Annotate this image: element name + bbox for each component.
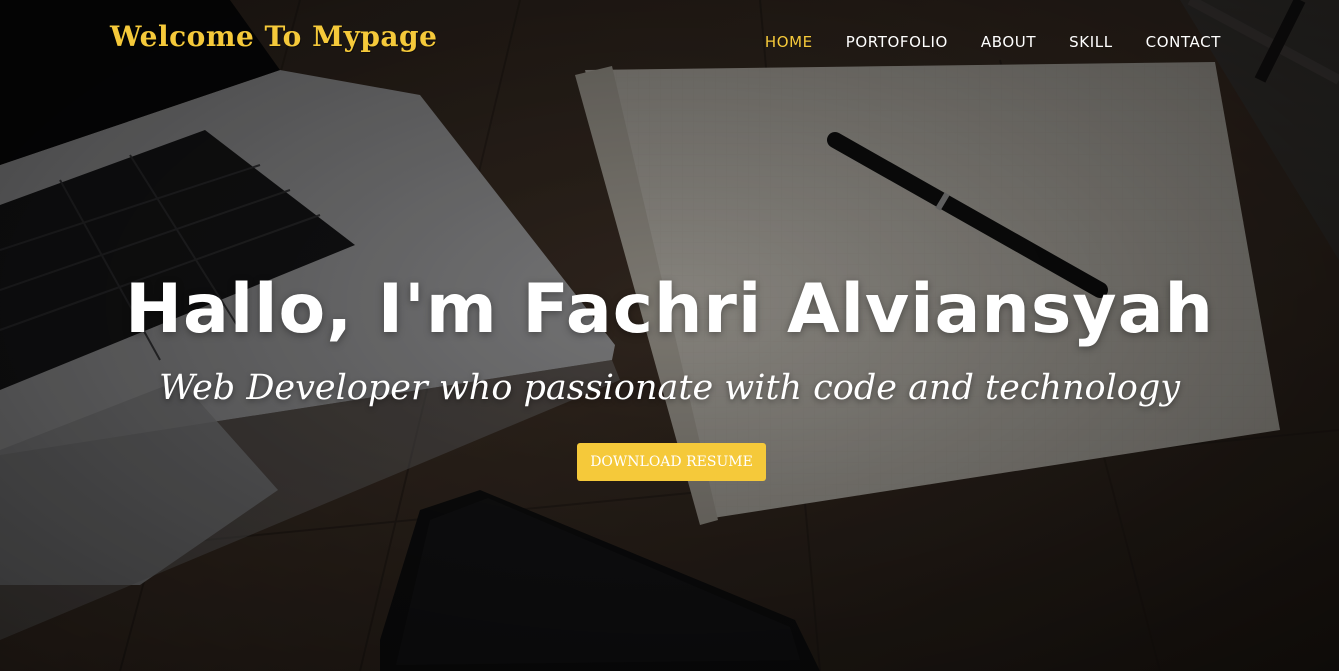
nav-link-portofolio[interactable]: PORTOFOLIO (846, 33, 948, 51)
hero-headline: Hallo, I'm Fachri Alviansyah (125, 270, 1214, 349)
hero-tagline: Web Developer who passionate with code a… (158, 368, 1181, 408)
nav-link-home[interactable]: HOME (765, 33, 813, 51)
nav-link-contact[interactable]: CONTACT (1146, 33, 1221, 51)
main-navigation: HOME PORTOFOLIO ABOUT SKILL CONTACT (765, 33, 1221, 51)
hero-section: Welcome To Mypage HOME PORTOFOLIO ABOUT … (0, 0, 1339, 671)
nav-link-about[interactable]: ABOUT (981, 33, 1036, 51)
nav-link-skill[interactable]: SKILL (1069, 33, 1113, 51)
site-logo-title[interactable]: Welcome To Mypage (110, 20, 437, 53)
download-resume-button[interactable]: DOWNLOAD RESUME (577, 443, 766, 481)
